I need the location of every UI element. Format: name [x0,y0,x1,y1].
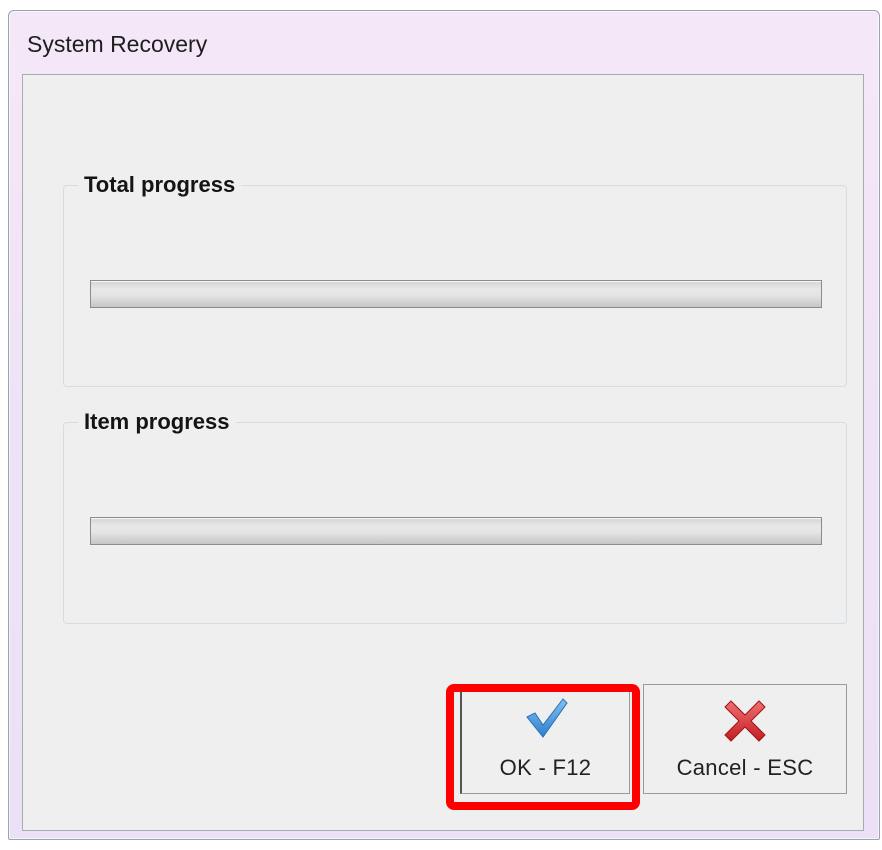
total-progress-bar [90,280,822,308]
item-progress-group: Item progress [63,409,847,624]
cancel-button-label: Cancel - ESC [676,755,814,780]
item-progress-label: Item progress [78,409,236,435]
checkmark-icon [523,695,569,746]
title-bar[interactable]: System Recovery [9,11,879,75]
close-x-icon [719,695,771,752]
window-title: System Recovery [27,31,208,57]
total-progress-label: Total progress [78,172,242,198]
total-progress-group: Total progress [63,172,847,387]
item-progress-bar [90,517,822,545]
ok-button-label: OK - F12 [499,755,592,780]
cancel-button[interactable]: Cancel - ESC [643,684,847,794]
ok-button[interactable]: OK - F12 [460,684,630,794]
